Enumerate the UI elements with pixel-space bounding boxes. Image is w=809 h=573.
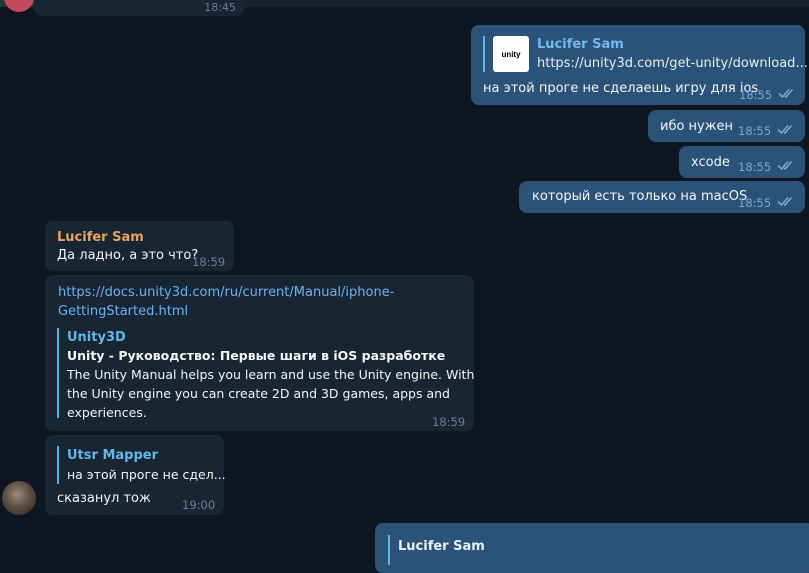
- link-preview-description-line: The Unity Manual helps you learn and use…: [67, 367, 475, 382]
- link-preview-description-line: experiences.: [67, 405, 147, 420]
- link-preview-title: Unity - Руководство: Первые шаги в iOS р…: [67, 348, 446, 363]
- message-bubble[interactable]: который есть только на macOS 18:55: [519, 181, 805, 213]
- message-bubble-partial[interactable]: 18:45: [34, 0, 244, 16]
- reply-quote[interactable]: Lucifer Sam: [388, 535, 698, 565]
- message-author[interactable]: Lucifer Sam: [57, 228, 144, 247]
- message-bubble[interactable]: https://docs.unity3d.com/ru/current/Manu…: [45, 275, 474, 431]
- reply-author: Utsr Mapper: [67, 448, 158, 463]
- reply-text: https://unity3d.com/get-unity/download..…: [537, 56, 808, 71]
- double-check-icon: [778, 88, 794, 99]
- message-text: который есть только на macOS: [532, 189, 748, 204]
- message-time: 18:45: [204, 1, 236, 14]
- message-time: 18:55: [738, 124, 772, 138]
- message-time: 18:55: [739, 88, 773, 102]
- message-text: xcode: [691, 155, 730, 170]
- unity-logo-thumbnail: unity: [493, 36, 529, 72]
- link-preview-site: Unity3D: [67, 330, 126, 345]
- double-check-icon: [777, 124, 793, 135]
- avatar[interactable]: [4, 0, 34, 12]
- double-check-icon: [777, 196, 793, 207]
- link-preview-description-line: the Unity engine you can create 2D and 3…: [67, 386, 450, 401]
- message-time: 18:55: [738, 160, 772, 174]
- reply-quote[interactable]: Utsr Mapper на этой проге не сдел...: [57, 446, 227, 484]
- message-time: 19:00: [182, 498, 216, 512]
- message-link-line[interactable]: https://docs.unity3d.com/ru/current/Manu…: [58, 283, 394, 302]
- message-link[interactable]: https://docs.unity3d.com/ru/current/Manu…: [58, 283, 394, 321]
- message-bubble-partial[interactable]: Lucifer Sam: [375, 523, 809, 573]
- reply-text: на этой проге не сдел...: [67, 467, 226, 482]
- message-bubble[interactable]: ибо нужен 18:55: [648, 110, 805, 142]
- link-preview-description: The Unity Manual helps you learn and use…: [67, 365, 474, 422]
- unity-logo-text: unity: [501, 49, 521, 59]
- message-text: на этой проге не сделаешь игру для ios: [483, 81, 759, 96]
- avatar[interactable]: [2, 481, 36, 515]
- message-time: 18:59: [192, 255, 226, 269]
- message-bubble[interactable]: Utsr Mapper на этой проге не сдел... ска…: [45, 435, 227, 515]
- message-text: Да ладно, а это что?: [57, 248, 199, 263]
- message-text: сказанул тож: [57, 491, 151, 506]
- message-time: 18:55: [738, 196, 772, 210]
- message-link-line[interactable]: GettingStarted.html: [58, 302, 394, 321]
- message-time: 18:59: [432, 415, 466, 429]
- message-bubble[interactable]: xcode 18:55: [679, 146, 805, 178]
- reply-quote[interactable]: unity Lucifer Sam https://unity3d.com/ge…: [483, 36, 808, 72]
- message-bubble[interactable]: Lucifer Sam Да ладно, а это что? 18:59: [45, 221, 234, 271]
- reply-author: Lucifer Sam: [537, 37, 624, 52]
- reply-author: Lucifer Sam: [398, 539, 485, 554]
- message-bubble[interactable]: unity Lucifer Sam https://unity3d.com/ge…: [471, 25, 808, 105]
- message-text: ибо нужен: [660, 119, 733, 134]
- link-preview[interactable]: Unity3D Unity - Руководство: Первые шаги…: [57, 328, 474, 420]
- double-check-icon: [777, 160, 793, 171]
